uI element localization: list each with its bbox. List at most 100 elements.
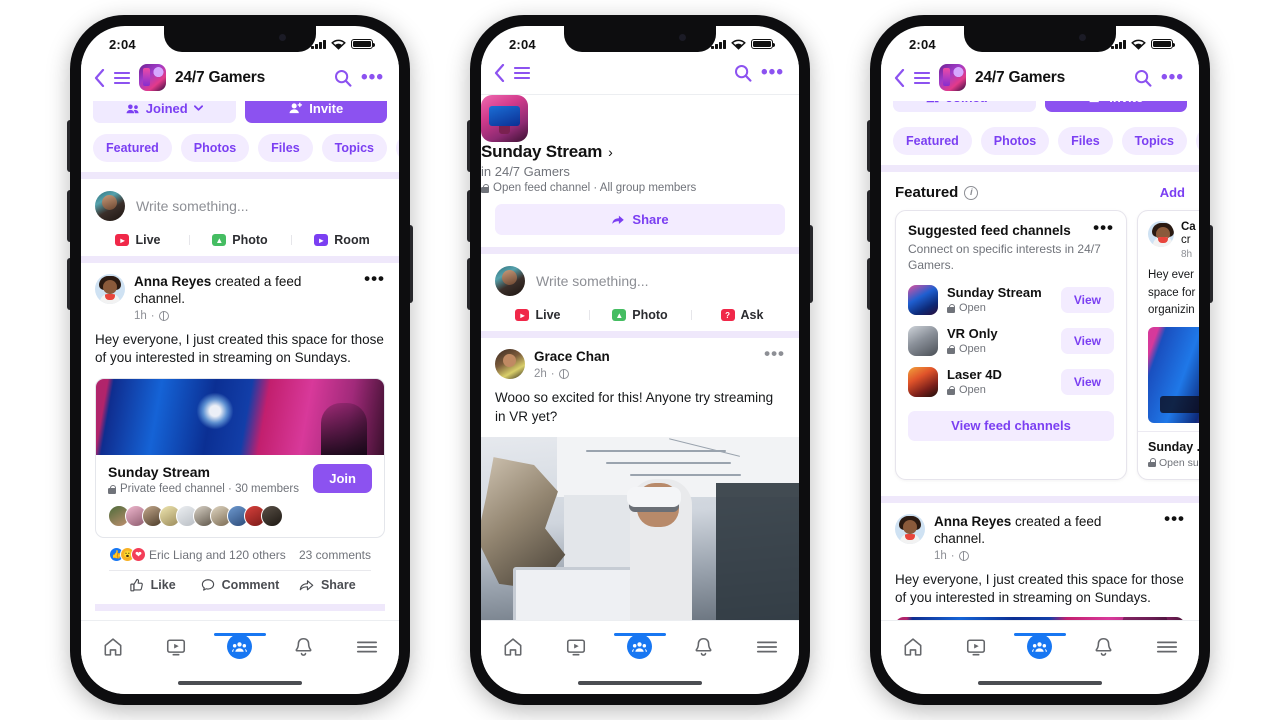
view-channel-button[interactable]: View [1060, 368, 1114, 395]
phone-1-chip-row[interactable]: Featured Photos Files Topics Rec [81, 123, 399, 172]
mini-channel-privacy-row: Open su [1148, 457, 1199, 469]
composer-placeholder[interactable]: Write something... [536, 273, 649, 289]
groups-tab[interactable] [1008, 634, 1072, 659]
home-tab[interactable] [81, 636, 145, 658]
more-horizontal-icon[interactable]: ••• [361, 68, 384, 87]
chip-files[interactable]: Files [1058, 127, 1113, 155]
composer-actions: ▸ Live ▲ Photo ? Ask [481, 308, 799, 331]
search-icon[interactable] [1134, 69, 1152, 87]
share-channel-button[interactable]: Share [495, 204, 785, 235]
live-button[interactable]: ▸ Live [87, 233, 189, 247]
suggested-channel-row[interactable]: VR Only Open View [908, 325, 1114, 356]
room-button[interactable]: ▸ Room [291, 233, 393, 247]
joined-button[interactable]: Joined [893, 101, 1036, 112]
search-icon[interactable] [334, 69, 352, 87]
view-channel-button[interactable]: View [1060, 286, 1114, 313]
channel-title-row[interactable]: Sunday Stream › [481, 142, 799, 162]
home-tab[interactable] [481, 636, 545, 658]
comment-count[interactable]: 23 comments [299, 548, 371, 562]
front-camera-icon [279, 34, 286, 41]
watch-tab[interactable] [945, 636, 1009, 658]
post-more-icon[interactable]: ••• [764, 345, 785, 362]
hamburger-menu-icon[interactable] [914, 71, 930, 85]
watch-tab[interactable] [545, 636, 609, 658]
menu-tab[interactable] [735, 639, 799, 655]
composer-placeholder[interactable]: Write something... [136, 198, 249, 214]
front-camera-icon [679, 34, 686, 41]
post-media-video[interactable] [481, 437, 799, 620]
back-button[interactable] [94, 68, 105, 87]
suggested-channel-row[interactable]: Laser 4D Open View [908, 366, 1114, 397]
groups-tab[interactable] [208, 634, 272, 659]
suggested-card-more-icon[interactable]: ••• [1093, 219, 1114, 236]
add-featured-button[interactable]: Add [1160, 185, 1185, 200]
channel-thumbnail[interactable] [481, 95, 528, 142]
channel-privacy: Open [959, 343, 986, 356]
more-horizontal-icon[interactable]: ••• [1161, 68, 1184, 87]
chip-featured[interactable]: Featured [893, 127, 972, 155]
avatar[interactable] [95, 274, 125, 304]
reaction-text[interactable]: Eric Liang and 120 others [149, 548, 286, 562]
post-author[interactable]: Anna Reyes [134, 274, 211, 289]
ask-button[interactable]: ? Ask [691, 308, 793, 322]
suggested-channels-card: Suggested feed channels ••• Connect on s… [895, 210, 1127, 480]
menu-tab[interactable] [335, 639, 399, 655]
back-button[interactable] [894, 68, 905, 87]
search-icon[interactable] [734, 64, 752, 82]
chip-files[interactable]: Files [258, 134, 313, 162]
post-author[interactable]: Anna Reyes [934, 514, 1011, 529]
attached-channel-card[interactable]: Sunday Stream Private feed channel · 30 … [95, 378, 385, 538]
home-tab[interactable] [881, 636, 945, 658]
chip-featured[interactable]: Featured [93, 134, 172, 162]
hamburger-menu-icon[interactable] [114, 71, 130, 85]
view-channel-button[interactable]: View [1060, 327, 1114, 354]
chip-topics[interactable]: Topics [1121, 127, 1188, 155]
chip-topics[interactable]: Topics [321, 134, 388, 162]
like-button[interactable]: Like [109, 578, 196, 592]
chip-photos[interactable]: Photos [980, 127, 1050, 155]
notifications-tab[interactable] [1072, 636, 1136, 658]
invite-button[interactable]: Invite [244, 101, 387, 123]
phone-3-chip-row[interactable]: Featured Photos Files Topics Rec [881, 112, 1199, 165]
post-more-icon[interactable]: ••• [364, 270, 385, 287]
invite-button[interactable]: Invite [1044, 101, 1187, 112]
photo-button[interactable]: ▲ Photo [189, 233, 291, 247]
menu-tab[interactable] [1135, 639, 1199, 655]
notifications-tab[interactable] [272, 636, 336, 658]
phone-3-content: Joined Invite Featured Photos Files Topi… [881, 101, 1199, 620]
watch-tab[interactable] [145, 636, 209, 658]
hamburger-menu-icon[interactable] [514, 66, 530, 80]
groups-tab[interactable] [608, 634, 672, 659]
view-feed-channels-button[interactable]: View feed channels [908, 410, 1114, 441]
group-avatar-icon[interactable] [939, 64, 966, 91]
suggested-channel-row[interactable]: Sunday Stream Open View [908, 284, 1114, 315]
avatar[interactable] [495, 349, 525, 379]
post-author[interactable]: Grace Chan [534, 349, 610, 364]
back-button[interactable] [494, 64, 505, 82]
comment-button[interactable]: Comment [196, 578, 283, 592]
post-composer[interactable]: Write something... [481, 254, 799, 308]
post-author-line: Anna Reyes created a feed channel. [934, 514, 1155, 548]
info-icon[interactable]: i [964, 185, 979, 200]
channel-subtitle-row: Private feed channel · 30 members [108, 483, 299, 495]
notifications-tab[interactable] [672, 636, 736, 658]
joined-button[interactable]: Joined [93, 101, 236, 123]
chip-recent[interactable]: Rec [396, 134, 399, 162]
featured-post-card[interactable]: Ca cr 8h Hey ever space for organizin Su… [1137, 210, 1199, 480]
group-avatar-icon[interactable] [139, 64, 166, 91]
chip-photos[interactable]: Photos [180, 134, 250, 162]
join-button[interactable]: Join [313, 464, 372, 493]
chip-recent[interactable]: Rec [1196, 127, 1199, 155]
share-button[interactable]: Share [284, 578, 371, 592]
reaction-icons[interactable]: 👍 😮 ❤ [109, 547, 146, 562]
mini-post-text-line-2: space for [1148, 286, 1196, 299]
featured-card-rail[interactable]: Suggested feed channels ••• Connect on s… [881, 210, 1199, 480]
avatar[interactable] [895, 513, 925, 544]
more-horizontal-icon[interactable]: ••• [761, 63, 784, 82]
post-more-icon[interactable]: ••• [1164, 510, 1185, 527]
feed-post: Anna Reyes created a feed channel. 1h · •… [881, 503, 1199, 620]
photo-button[interactable]: ▲ Photo [589, 308, 691, 322]
live-video-icon: ▸ [115, 234, 130, 246]
live-button[interactable]: ▸ Live [487, 308, 589, 322]
post-composer[interactable]: Write something... [81, 179, 399, 233]
